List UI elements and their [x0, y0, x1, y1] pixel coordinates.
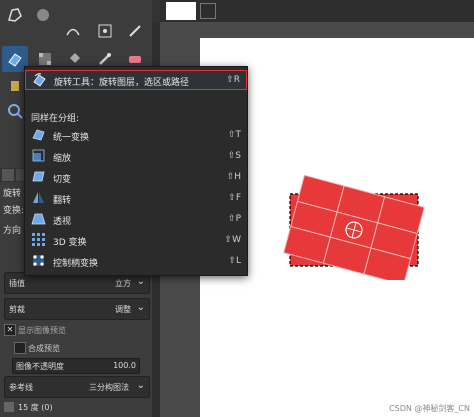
menu-item-shortcut: ⇧W — [224, 235, 241, 245]
text-tool-icon[interactable] — [92, 18, 118, 44]
free-select-tool-icon[interactable] — [2, 2, 28, 28]
menu-item-flip[interactable]: 翻转 ⇧F — [25, 188, 247, 208]
opacity-value: 100.0 — [113, 361, 136, 370]
clipping-label: 剪裁 — [9, 305, 25, 314]
rotate-tool-icon — [33, 73, 46, 87]
image-tab-close-icon[interactable] — [200, 3, 216, 19]
menu-item-label: 切变 — [53, 175, 72, 185]
fuzzy-select-tool-icon[interactable] — [30, 2, 56, 28]
composite-preview-checkbox[interactable] — [14, 342, 26, 354]
opacity-label: 图像不透明度 — [16, 362, 64, 371]
transform-tools-menu: 旋转工具：旋转图层，选区或路径 ⇧R 同样在分组: 统一变换 ⇧T 缩放 ⇧S … — [24, 66, 248, 276]
menu-item-label: 统一变换 — [53, 133, 90, 143]
angle-icon — [4, 402, 14, 412]
guides-combo[interactable]: 参考线 三分构图法 ⌄ — [4, 376, 150, 398]
angle-value: 15 度 (0) — [18, 403, 53, 412]
clipping-combo[interactable]: 剪裁 调整 ⌄ — [4, 298, 150, 320]
menu-item-shortcut: ⇧S — [227, 151, 241, 161]
menu-item-label: 缩放 — [53, 154, 72, 164]
clipping-value: 调整 — [115, 305, 131, 314]
menu-item-perspective[interactable]: 透视 ⇧P — [25, 209, 247, 229]
watermark: CSDN @神秘剑客_CN — [389, 404, 470, 413]
shear-icon — [32, 171, 45, 182]
show-preview-label: 显示图像预览 — [18, 326, 66, 335]
menu-item-unified-transform[interactable]: 统一变换 ⇧T — [25, 125, 247, 145]
scale-icon — [32, 149, 45, 162]
flip-icon — [33, 192, 44, 203]
interpolation-label: 插值 — [9, 279, 25, 288]
opacity-slider[interactable]: 图像不透明度 100.0 — [12, 358, 140, 374]
guides-label: 参考线 — [9, 383, 33, 392]
group-header: 同样在分组: — [31, 114, 80, 124]
menu-item-label: 透视 — [53, 217, 72, 227]
chevron-down-icon: ⌄ — [136, 302, 145, 313]
3d-transform-icon — [32, 233, 45, 246]
guides-value: 三分构图法 — [89, 383, 129, 392]
handle-transform-icon — [33, 255, 44, 266]
menu-item-rotate[interactable]: 旋转工具：旋转图层，选区或路径 ⇧R — [25, 70, 247, 90]
menu-item-shortcut: ⇧T — [227, 130, 241, 140]
unified-transform-icon — [32, 129, 45, 141]
menu-item-shortcut: ⇧F — [228, 193, 241, 203]
interpolation-value: 立方 — [115, 279, 131, 288]
menu-item-scale[interactable]: 缩放 ⇧S — [25, 146, 247, 166]
menu-item-label: 控制柄变换 — [53, 259, 99, 269]
menu-item-3d-transform[interactable]: 3D 变换 ⇧W — [25, 230, 247, 250]
menu-item-shortcut: ⇧H — [226, 172, 241, 182]
horizontal-ruler[interactable] — [160, 0, 474, 23]
composite-preview-label: 合成预览 — [28, 344, 60, 353]
menu-item-shortcut: ⇧R — [226, 75, 240, 85]
image-tab-thumbnail[interactable] — [166, 2, 196, 20]
chevron-down-icon: ⌄ — [136, 276, 145, 287]
menu-item-shortcut: ⇧L — [228, 256, 241, 266]
menu-item-shear[interactable]: 切变 ⇧H — [25, 167, 247, 187]
show-preview-checkbox[interactable]: ✕ — [4, 324, 16, 336]
menu-item-label: 3D 变换 — [53, 238, 87, 248]
perspective-icon — [31, 213, 46, 225]
rotation-preview[interactable] — [280, 170, 430, 280]
menu-item-handle-transform[interactable]: 控制柄变换 ⇧L — [25, 251, 247, 271]
chevron-down-icon: ⌄ — [136, 380, 145, 391]
tool-options-tab-icon[interactable] — [2, 169, 14, 181]
menu-item-shortcut: ⇧P — [228, 214, 241, 224]
paint-tool-icon[interactable] — [122, 18, 148, 44]
menu-item-label: 旋转工具：旋转图层，选区或路径 — [54, 78, 190, 88]
menu-item-label: 翻转 — [53, 196, 72, 206]
paths-tool-icon[interactable] — [60, 18, 86, 44]
